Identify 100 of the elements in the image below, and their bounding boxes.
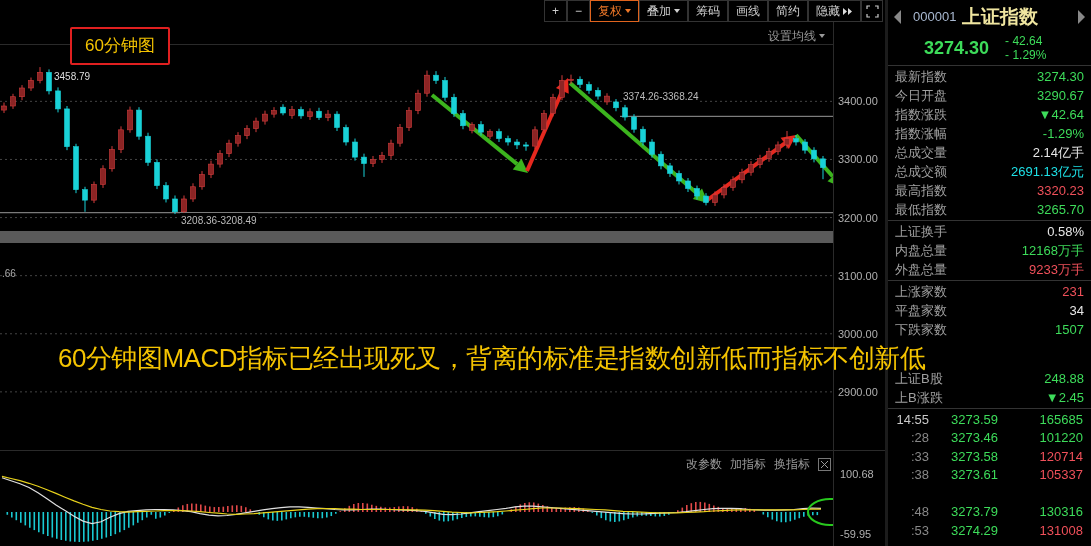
tick-volume: 101220 [1038,429,1083,447]
tick-price: 3273.58 [951,447,999,466]
stat-value: 2691.13亿元 [1011,162,1084,181]
stat-value: ▼42.64 [1038,105,1084,124]
stat-label: 总成交额 [895,162,947,181]
candlestick [91,181,97,204]
candlestick [640,125,646,147]
candlestick [433,70,439,85]
tick-volume: 130316 [1038,503,1083,521]
candlestick [568,74,574,85]
candlestick [379,151,385,164]
toolbar-button[interactable]: 筹码 [688,0,728,22]
candlestick [46,68,52,95]
toolbar-button[interactable]: 复权 [590,0,639,22]
close-button[interactable] [818,457,831,471]
indicator-button[interactable]: 改参数 [686,455,722,473]
candlestick [541,109,547,134]
index-price: 3274.30 [924,36,990,60]
indicator-button[interactable]: 加指标 [730,455,766,473]
range-label: 3374.26-3368.24 [622,89,700,104]
candlestick [352,138,358,162]
expand-icon [865,4,879,18]
candlestick [361,153,367,178]
close-icon [821,460,828,468]
tick-time: :53 [909,521,930,540]
candlestick [577,75,583,89]
candlestick [550,93,556,117]
candlestick [793,134,799,147]
stat-label: 今日开盘 [895,86,947,105]
candlestick [505,135,511,147]
candlestick [784,130,790,149]
tick-time: 14:55 [896,410,930,429]
candlestick [451,93,457,118]
indicator-button[interactable]: 换指标 [774,455,810,473]
toolbar-button[interactable]: + [543,0,567,22]
price-axis-label: 3000.00 [838,326,878,342]
candlestick [181,194,187,216]
stat-label: 最低指数 [895,200,947,219]
stat-label: 最高指数 [895,181,947,200]
price-axis-label: 3200.00 [838,210,878,226]
tick-price: 3273.59 [951,410,999,429]
candlestick [649,138,655,159]
candlestick [631,113,637,134]
toolbar-button[interactable]: 叠加 [639,0,688,22]
toolbar-button[interactable]: − [567,0,590,22]
candlestick [757,154,763,169]
tick-volume: 120714 [1038,447,1083,466]
tick-time: :33 [909,447,930,466]
toolbar-button[interactable]: 简约 [768,0,808,22]
candlestick [514,138,520,150]
candlestick [271,106,277,119]
toolbar-button[interactable]: 画线 [728,0,768,22]
tick-volume: 105337 [1038,466,1083,484]
stat-value: 3290.67 [1037,86,1084,105]
stat-value: 248.88 [1044,369,1084,388]
stat-value: 231 [1062,282,1084,301]
index-change: - 42.64 [1005,34,1044,48]
tick-price: 3273.79 [951,503,999,521]
price-axis-label: 2900.00 [838,384,878,400]
price-axis-label: 3400.00 [838,94,878,110]
candlestick [559,74,565,101]
candlestick [442,76,448,102]
stat-label: 上涨家数 [895,282,947,301]
price-axis-label: 3100.00 [838,268,878,284]
tick-price: 3274.29 [951,521,999,540]
previous-arrow-icon[interactable] [894,10,901,24]
candlestick [424,70,430,98]
index-code: 000001 [913,8,957,27]
stat-label: 指数涨跌 [895,105,947,124]
price-axis-label: 3300.00 [838,152,878,168]
stat-label: 上证换手 [895,222,947,241]
macd-axis-label: 100.68 [840,467,874,482]
stat-value: 3265.70 [1037,200,1084,219]
index-name: 上证指数 [962,4,1039,29]
stat-label: 下跌家数 [895,320,947,339]
candlestick [100,164,106,189]
tick-time: :48 [909,503,930,521]
stat-value: 34 [1069,301,1084,320]
candlestick [388,139,394,160]
index-change-percent: - 1.29% [1005,48,1047,62]
caret-icon [819,34,825,38]
candlestick [820,155,826,180]
next-arrow-icon[interactable] [1078,10,1085,24]
tick-price: 3273.46 [951,429,999,447]
candlestick [775,140,781,156]
candlestick [397,123,403,148]
double-chevron-icon [843,7,853,15]
candlestick [325,109,331,122]
ma-setting-dropdown[interactable]: 设置均线 [768,27,825,45]
stat-value: 3274.30 [1037,67,1084,86]
stat-label: 指数涨幅 [895,124,947,143]
stat-label: 上证B股 [895,370,943,388]
stat-value: 12168万手 [1021,241,1084,260]
stat-value: ▼2.45 [1045,388,1084,407]
fullscreen-button[interactable] [861,0,883,22]
toolbar-button[interactable]: 隐藏 [808,0,861,22]
stat-label: 平盘家数 [895,301,947,320]
tick-time: :28 [909,429,930,447]
stat-value: 3320.23 [1037,181,1084,200]
candlestick [307,107,313,121]
